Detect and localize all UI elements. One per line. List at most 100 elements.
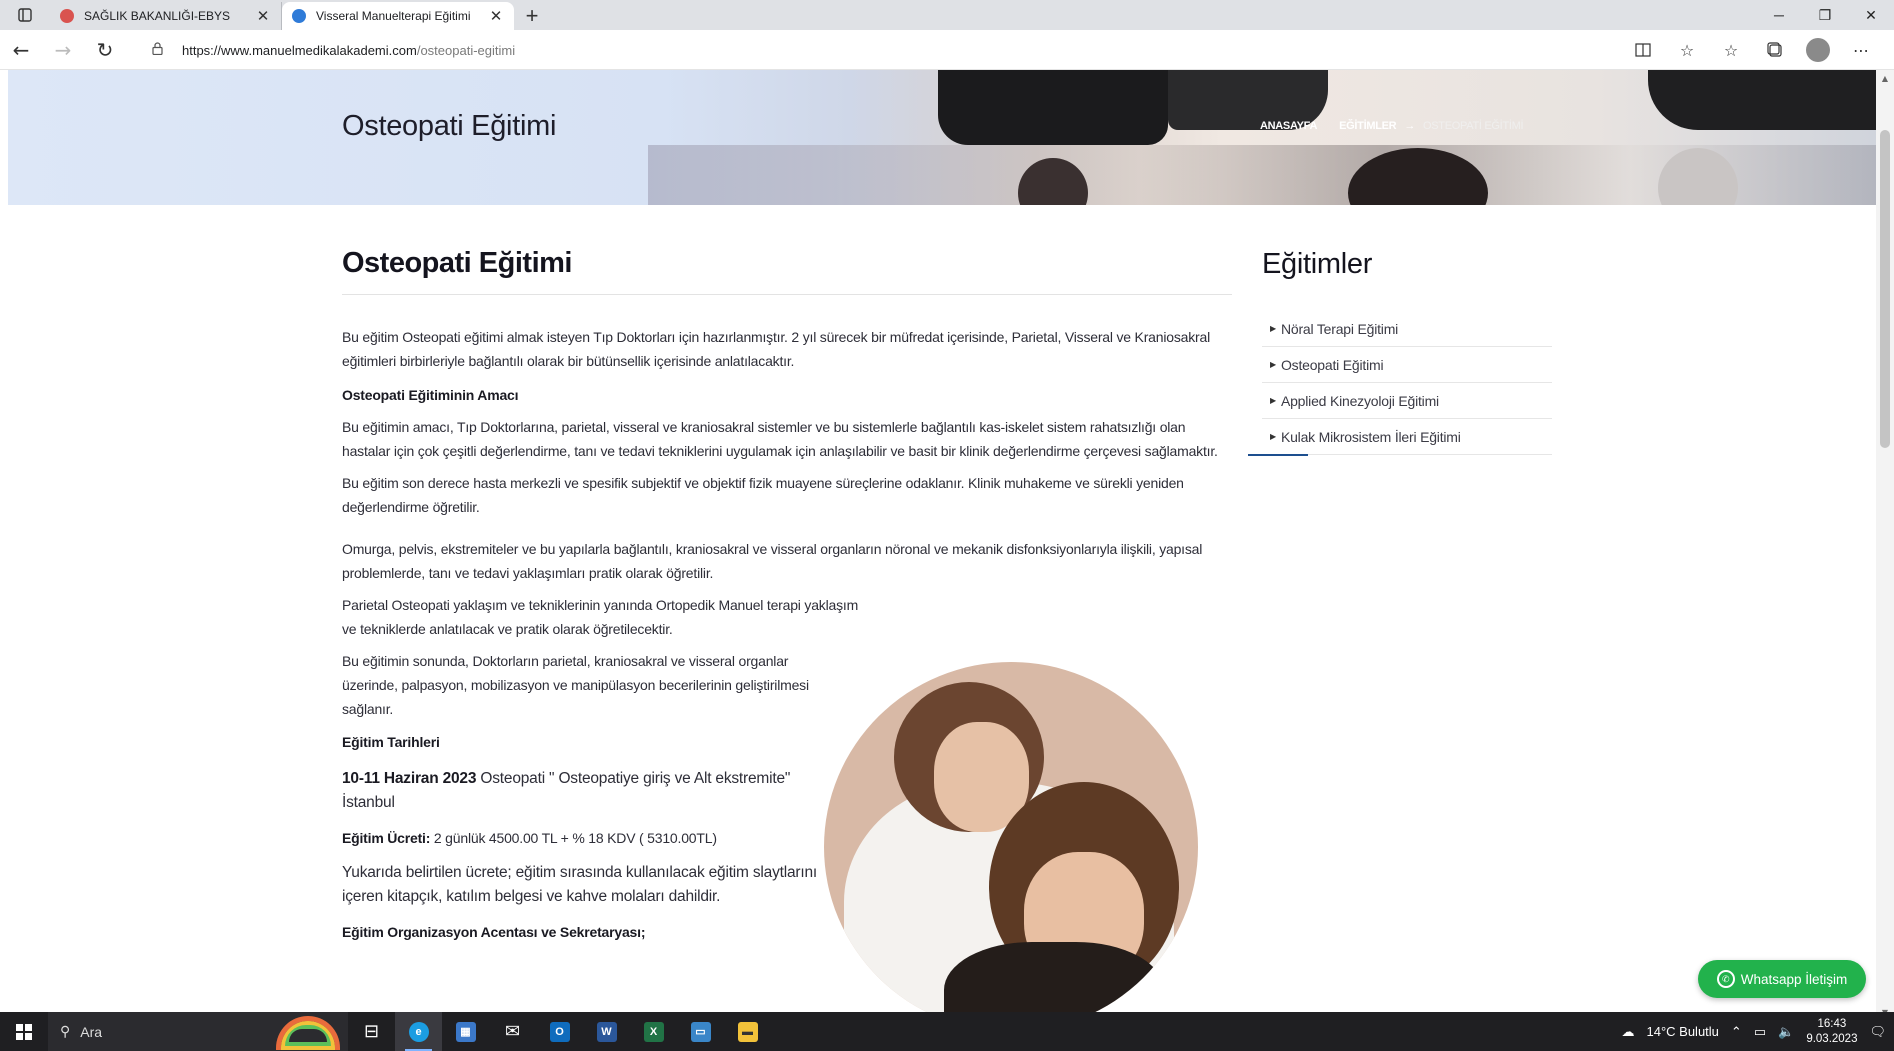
- search-highlight-image: [276, 1016, 340, 1050]
- tab-close-icon[interactable]: ✕: [488, 7, 504, 25]
- article-paragraph-5: Bu eğitimin sonunda, Doktorların parieta…: [342, 653, 809, 717]
- fee-includes: Yukarıda belirtilen ücrete; eğitim sıras…: [342, 864, 818, 905]
- word-icon[interactable]: W: [583, 1012, 630, 1051]
- sidebar: Eğitimler ▶ Nöral Terapi Eğitimi ▶ Osteopa…: [1248, 205, 1552, 456]
- sidebar-item-noral-terapi[interactable]: ▶ Nöral Terapi Eğitimi: [1262, 311, 1552, 347]
- edge-icon[interactable]: e: [395, 1012, 442, 1051]
- page-scrollbar[interactable]: ▲ ▼: [1876, 70, 1894, 1020]
- fee-label: Eğitim Ücreti:: [342, 830, 431, 846]
- reload-button[interactable]: ↻: [84, 30, 126, 70]
- taskbar-clock[interactable]: 16:43 9.03.2023: [1806, 1017, 1857, 1047]
- sidebar-list: ▶ Nöral Terapi Eğitimi ▶ Osteopati Eğitimi…: [1248, 311, 1552, 456]
- training-date-bold: 10-11 Haziran 2023: [342, 770, 477, 787]
- notifications-icon[interactable]: 🗨: [1869, 1024, 1886, 1040]
- windows-taskbar: ⚲ Ara ⊟ e ▦ ✉ O W X ▭ ▬ ☁ 14°C Bulutlu ⌃…: [0, 1012, 1894, 1051]
- sidebar-title: Eğitimler: [1262, 248, 1373, 280]
- sidebar-item-applied-kinezyoloji[interactable]: ▶ Applied Kinezyoloji Eğitimi: [1262, 383, 1552, 419]
- tab-actions-icon[interactable]: [0, 0, 50, 30]
- article-title: Osteopati Eğitimi: [342, 247, 572, 279]
- tab-close-icon[interactable]: ✕: [255, 7, 271, 25]
- scroll-up-icon[interactable]: ▲: [1876, 70, 1894, 86]
- whatsapp-icon: ✆: [1716, 970, 1735, 988]
- clock-time: 16:43: [1817, 1017, 1847, 1030]
- url-host: https://www.manuelmedikalakademi.com: [182, 42, 417, 58]
- add-favorite-icon[interactable]: ☆: [1674, 37, 1700, 63]
- browser-toolbar: ← → ↻ https://www.manuelmedikalakademi.c…: [0, 30, 1894, 70]
- forward-button[interactable]: →: [42, 30, 84, 70]
- weather-icon[interactable]: ☁: [1622, 1024, 1635, 1040]
- article-intro: Bu eğitim Osteopati eğitimi almak isteye…: [342, 329, 1210, 369]
- back-button[interactable]: ←: [0, 30, 42, 70]
- title-divider: [342, 294, 1232, 295]
- remote-desktop-icon[interactable]: ▭: [677, 1012, 724, 1051]
- caret-right-icon: ▶: [1270, 396, 1276, 405]
- profile-avatar[interactable]: [1806, 38, 1830, 62]
- sidebar-item-label: Kulak Mikrosistem İleri Eğitimi: [1280, 428, 1461, 445]
- article-paragraph-3: Omurga, pelvis, ekstremiteler ve bu yapı…: [342, 541, 1203, 581]
- sidebar-item-osteopati[interactable]: ▶ Osteopati Eğitimi: [1262, 347, 1552, 383]
- volume-icon[interactable]: 🔈: [1778, 1024, 1794, 1040]
- windows-logo-icon: [16, 1023, 32, 1040]
- sidebar-accent-bar: [1248, 454, 1308, 456]
- search-icon: ⚲: [60, 1023, 71, 1039]
- sidebar-item-label: Nöral Terapi Eğitimi: [1280, 320, 1399, 337]
- minimize-icon[interactable]: ─: [1756, 0, 1802, 30]
- task-view-icon[interactable]: ⊟: [348, 1012, 395, 1051]
- sidebar-item-kulak-mikrosistem[interactable]: ▶ Kulak Mikrosistem İleri Eğitimi: [1248, 419, 1552, 456]
- weather-text[interactable]: 14°C Bulutlu: [1647, 1024, 1719, 1039]
- search-label: Ara: [80, 1023, 103, 1040]
- favorites-icon[interactable]: ☆: [1718, 37, 1744, 63]
- browser-tab-strip: SAĞLIK BAKANLIĞI-EBYS ✕ Visseral Manuelt…: [0, 0, 1894, 30]
- restore-icon[interactable]: ❐: [1802, 0, 1848, 30]
- hero-banner: Osteopati Eğitimi ANASAYFA EĞİTİMLER → O…: [8, 70, 1876, 205]
- excel-icon[interactable]: X: [630, 1012, 677, 1051]
- browser-tab-ebys[interactable]: SAĞLIK BAKANLIĞI-EBYS ✕: [50, 2, 282, 30]
- tab-title: SAĞLIK BAKANLIĞI-EBYS: [84, 9, 231, 23]
- breadcrumb-separator-icon: →: [1404, 120, 1416, 132]
- breadcrumb-home-link[interactable]: ANASAYFA: [1260, 120, 1317, 132]
- close-window-icon[interactable]: ✕: [1848, 0, 1894, 30]
- aim-paragraph-1: Bu eğitimin amacı, Tıp Doktorlarına, par…: [342, 419, 1218, 459]
- browser-tab-visseral[interactable]: Visseral Manuelterapi Eğitimi ✕: [282, 2, 514, 30]
- address-bar[interactable]: https://www.manuelmedikalakademi.com/ost…: [152, 36, 1632, 64]
- collections-icon[interactable]: [1762, 37, 1788, 63]
- scrollbar-thumb[interactable]: [1880, 130, 1890, 448]
- fee-text: 2 günlük 4500.00 TL + % 18 KDV ( 5310.00…: [430, 830, 717, 846]
- caret-right-icon: ▶: [1270, 360, 1276, 369]
- web-page: Osteopati Eğitimi ANASAYFA EĞİTİMLER → O…: [8, 70, 1876, 1020]
- taskbar-apps: ⊟ e ▦ ✉ O W X ▭ ▬: [348, 1012, 771, 1051]
- sidebar-item-label: Osteopati Eğitimi: [1280, 356, 1384, 373]
- network-icon[interactable]: ▭: [1754, 1024, 1766, 1040]
- outlook-icon[interactable]: O: [536, 1012, 583, 1051]
- sidebar-item-label: Applied Kinezyoloji Eğitimi: [1280, 392, 1439, 409]
- store-icon[interactable]: ▦: [442, 1012, 489, 1051]
- article-paragraph-4: Parietal Osteopati yaklaşım ve teknikler…: [342, 597, 859, 637]
- system-tray: ☁ 14°C Bulutlu ⌃ ▭ 🔈 16:43 9.03.2023 🗨: [1622, 1012, 1894, 1051]
- mail-icon[interactable]: ✉: [489, 1012, 536, 1051]
- caret-right-icon: ▶: [1270, 324, 1276, 333]
- whatsapp-label: Whatsapp İletişim: [1740, 971, 1848, 987]
- more-menu-icon[interactable]: ⋯: [1848, 37, 1874, 63]
- hero-title: Osteopati Eğitimi: [342, 110, 557, 142]
- therapy-photo: [824, 662, 1198, 1020]
- breadcrumb-current: OSTEOPATİ EĞİTİMİ: [1423, 120, 1524, 132]
- toolbar-right: ☆ ☆ ⋯: [1630, 30, 1874, 70]
- reader-view-icon[interactable]: [1630, 37, 1656, 63]
- breadcrumb-trainings-link[interactable]: EĞİTİMLER: [1339, 120, 1397, 132]
- training-date: 10-11 Haziran 2023 Osteopati " Osteopati…: [342, 767, 812, 815]
- file-explorer-icon[interactable]: ▬: [724, 1012, 771, 1051]
- whatsapp-contact-button[interactable]: ✆ Whatsapp İletişim: [1698, 960, 1866, 998]
- tray-chevron-icon[interactable]: ⌃: [1731, 1024, 1742, 1040]
- aim-paragraph-2: Bu eğitim son derece hasta merkezli ve s…: [342, 475, 1184, 515]
- site-favicon-icon: [292, 9, 306, 23]
- clock-date: 9.03.2023: [1806, 1032, 1858, 1045]
- lock-icon[interactable]: [152, 42, 172, 58]
- caret-right-icon: ▶: [1270, 432, 1276, 441]
- window-controls: ─ ❐ ✕: [1756, 0, 1894, 30]
- new-tab-button[interactable]: +: [514, 2, 550, 30]
- tab-title: Visseral Manuelterapi Eğitimi: [316, 9, 471, 23]
- taskbar-search[interactable]: ⚲ Ara: [48, 1012, 348, 1051]
- aim-heading: Osteopati Eğitiminin Amacı: [342, 387, 519, 403]
- url-path: /osteopati-egitimi: [416, 42, 516, 58]
- start-button[interactable]: [0, 1012, 48, 1051]
